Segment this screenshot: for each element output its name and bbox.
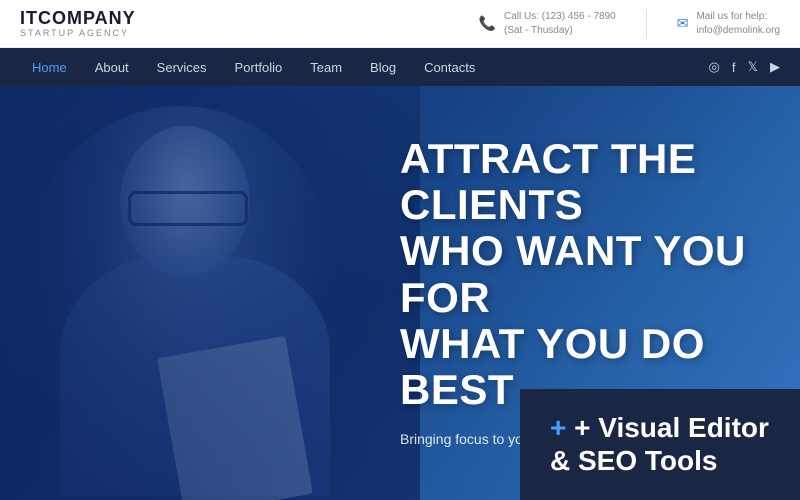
phone-contact: 📞 Call Us: (123) 456 - 7890 (Sat - Thusd… — [479, 10, 616, 38]
facebook-icon[interactable]: f — [732, 60, 736, 75]
nav-item-services[interactable]: Services — [145, 54, 219, 81]
hero-badge-text: + + Visual Editor & SEO Tools — [550, 411, 770, 478]
phone-hours: (Sat - Thusday) — [504, 24, 616, 38]
mail-label: Mail us for help: — [696, 10, 780, 24]
badge-line2: & SEO Tools — [550, 445, 718, 476]
phone-text: Call Us: (123) 456 - 7890 (Sat - Thusday… — [504, 10, 616, 38]
nav-item-blog[interactable]: Blog — [358, 54, 408, 81]
nav-item-portfolio[interactable]: Portfolio — [223, 54, 295, 81]
hero-headline: ATTRACT THE CLIENTS WHO WANT YOU FOR WHA… — [400, 136, 770, 413]
phone-number: Call Us: (123) 456 - 7890 — [504, 10, 616, 24]
logo: ITCOMPANY STARTUP AGENCY — [20, 9, 136, 39]
badge-line1: + Visual Editor — [574, 412, 769, 443]
mail-address: info@demolink.org — [696, 24, 780, 38]
divider — [646, 9, 647, 39]
contact-info: 📞 Call Us: (123) 456 - 7890 (Sat - Thusd… — [479, 9, 780, 39]
badge-plus: + — [550, 412, 566, 443]
phone-icon: 📞 — [479, 15, 496, 32]
top-bar: ITCOMPANY STARTUP AGENCY 📞 Call Us: (123… — [0, 0, 800, 48]
nav-social-icons: ◎ f 𝕏 ▶ — [709, 59, 780, 75]
mail-text: Mail us for help: info@demolink.org — [696, 10, 780, 38]
nav-item-home[interactable]: Home — [20, 54, 79, 81]
headline-line2: WHO WANT YOU FOR — [400, 227, 746, 320]
hero-section: ATTRACT THE CLIENTS WHO WANT YOU FOR WHA… — [0, 86, 800, 500]
mail-icon: ✉ — [677, 15, 689, 32]
headline-line1: ATTRACT THE CLIENTS — [400, 135, 696, 228]
logo-company: ITCOMPANY — [20, 9, 136, 29]
logo-subtitle: STARTUP AGENCY — [20, 28, 136, 38]
nav-item-contacts[interactable]: Contacts — [412, 54, 487, 81]
hero-badge: + + Visual Editor & SEO Tools — [520, 389, 800, 500]
nav-item-about[interactable]: About — [83, 54, 141, 81]
instagram-icon[interactable]: ◎ — [709, 59, 720, 75]
main-nav: Home About Services Portfolio Team Blog … — [0, 48, 800, 86]
nav-item-team[interactable]: Team — [298, 54, 354, 81]
email-contact: ✉ Mail us for help: info@demolink.org — [677, 10, 780, 38]
nav-links: Home About Services Portfolio Team Blog … — [20, 54, 487, 81]
twitter-icon[interactable]: 𝕏 — [748, 59, 758, 75]
youtube-icon[interactable]: ▶ — [770, 59, 780, 75]
